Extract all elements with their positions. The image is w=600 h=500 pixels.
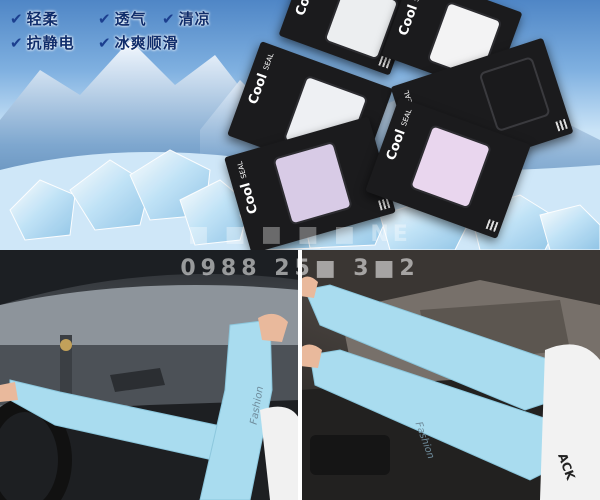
feature-label: 清凉 [178, 10, 211, 28]
photo-passenger-right-arm: ACK Fashion [300, 250, 600, 500]
package-window [272, 140, 354, 226]
feature-label: 透气 [114, 10, 147, 28]
feature-item-smooth: ✔ 冰爽顺滑 [98, 36, 179, 51]
feature-label: 轻柔 [26, 10, 59, 28]
qr-code-icon [378, 198, 391, 211]
check-icon: ✔ [162, 10, 175, 28]
feature-item-antistatic: ✔ 抗静电 [10, 36, 75, 51]
product-collage: ✔ 轻柔 ✔ 透气 ✔ 清凉 ✔ 抗静电 ✔ 冰爽顺滑 Cool SEA [0, 0, 600, 500]
package-brand: Cool SEAL [396, 0, 426, 38]
feature-item-soft: ✔ 轻柔 [10, 12, 59, 27]
feature-label: 抗静电 [26, 34, 75, 52]
check-icon: ✔ [98, 34, 111, 52]
qr-code-icon [485, 219, 499, 232]
check-icon: ✔ [98, 10, 111, 28]
package-window [408, 123, 493, 210]
check-icon: ✔ [10, 34, 23, 52]
top-banner: ✔ 轻柔 ✔ 透气 ✔ 清凉 ✔ 抗静电 ✔ 冰爽顺滑 Cool SEA [0, 0, 600, 250]
feature-item-breathable: ✔ 透气 [98, 12, 147, 27]
check-icon: ✔ [10, 10, 23, 28]
car-interior-scene: ACK [300, 250, 600, 500]
photo-divider [298, 250, 302, 500]
package-window [478, 55, 551, 133]
feature-item-cool: ✔ 清凉 [162, 12, 211, 27]
qr-code-icon [555, 118, 568, 132]
photo-driver-left-arm: Fashion [0, 250, 300, 500]
feature-label: 冰爽顺滑 [114, 34, 179, 52]
package-brand: Cool SEAL [293, 0, 319, 18]
car-interior-scene [0, 250, 300, 500]
